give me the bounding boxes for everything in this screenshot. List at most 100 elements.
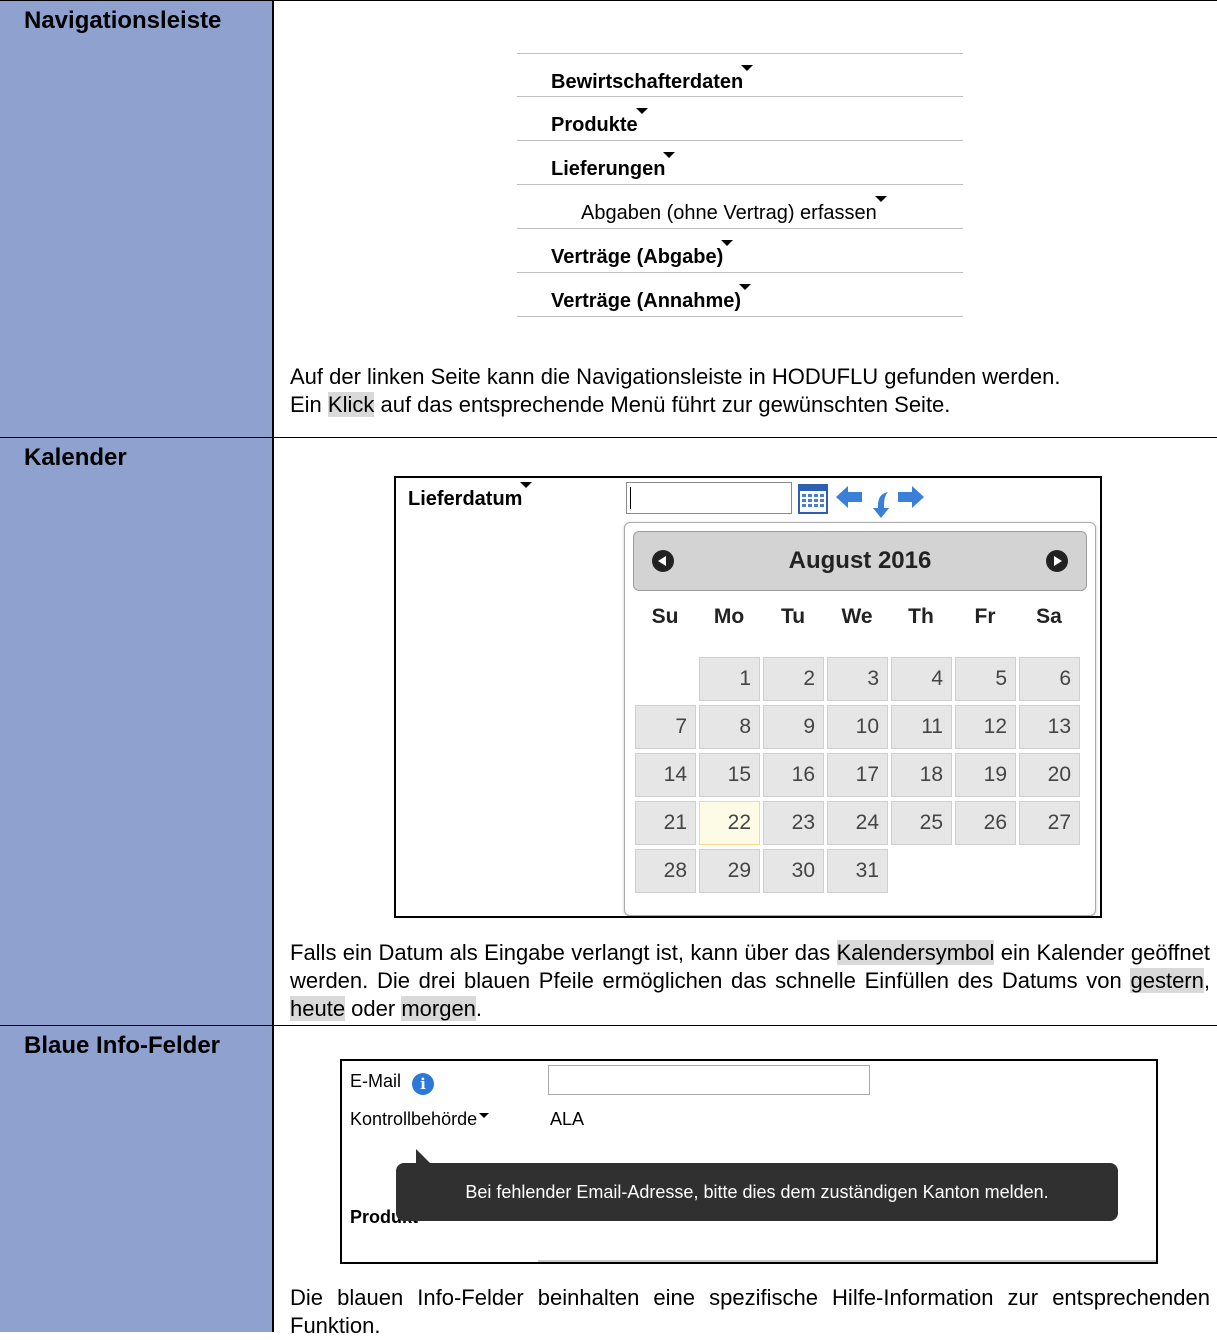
weekday-header: Th — [908, 605, 934, 628]
weekday-header: Mo — [713, 605, 745, 628]
content-cell: Lieferdatum August 2016 Su Mo Tu We Th F… — [276, 438, 1217, 1026]
info-icon[interactable]: i — [412, 1073, 434, 1095]
description-line: Ein Klick auf das entsprechende Menü füh… — [290, 391, 1210, 419]
text: oder — [345, 996, 402, 1021]
kontrollbehoerde-text: Kontrollbehörde — [350, 1109, 478, 1129]
nav-item-vertraege-annahme[interactable]: Verträge (Annahme) — [517, 273, 963, 317]
calendar-day[interactable]: 19 — [955, 753, 1016, 797]
calendar-day[interactable]: 15 — [699, 753, 760, 797]
divider — [538, 1260, 1156, 1262]
calendar-day[interactable]: 2 — [763, 657, 824, 701]
calendar-day[interactable]: 26 — [955, 801, 1016, 845]
next-month-icon[interactable] — [1046, 550, 1068, 572]
row-navigationsleiste: Navigationsleiste Bewirtschafterdaten Pr… — [0, 0, 1217, 438]
label-cell: Blaue Info-Felder — [0, 1026, 274, 1332]
dropdown-triangle-icon — [741, 65, 754, 71]
text: Ein — [290, 392, 328, 417]
content-cell: E-Mail i Kontrollbehörde ALA Produkt Bei… — [276, 1026, 1217, 1338]
calendar-day[interactable]: 24 — [827, 801, 888, 845]
nav-item-bewirtschafterdaten[interactable]: Bewirtschafterdaten — [517, 53, 963, 97]
info-tooltip: Bei fehlender Email-Adresse, bitte dies … — [396, 1149, 1118, 1221]
description-line: Auf der linken Seite kann die Navigation… — [290, 364, 1061, 389]
calendar-day-today[interactable]: 22 — [699, 801, 760, 845]
calendar-day[interactable]: 10 — [827, 705, 888, 749]
dropdown-triangle-icon — [479, 1113, 490, 1118]
calendar-day[interactable]: 9 — [763, 705, 824, 749]
row-label: Navigationsleiste — [24, 7, 222, 34]
dropdown-triangle-icon — [721, 240, 734, 246]
field-label-text: Lieferdatum — [408, 488, 523, 510]
weekday-header: Tu — [780, 605, 806, 628]
calendar-day[interactable]: 30 — [763, 849, 824, 893]
description: Falls ein Datum als Eingabe verlangt ist… — [290, 939, 1210, 1023]
row-info-felder: Blaue Info-Felder E-Mail i Kontrollbehör… — [0, 1025, 1217, 1338]
calendar-day[interactable]: 31 — [827, 849, 888, 893]
calendar-day[interactable]: 7 — [635, 705, 696, 749]
row-kalender: Kalender Lieferdatum August 2016 Su Mo T… — [0, 437, 1217, 1026]
calendar-day[interactable]: 8 — [699, 705, 760, 749]
label-cell: Navigationsleiste — [0, 1, 274, 438]
text: auf das entsprechende Menü führt zur gew… — [374, 392, 951, 417]
calendar-day[interactable]: 6 — [1019, 657, 1080, 701]
calendar-day[interactable]: 1 — [699, 657, 760, 701]
dropdown-triangle-icon — [520, 482, 533, 488]
description: Auf der linken Seite kann die Navigation… — [290, 363, 1210, 419]
calendar-day[interactable]: 28 — [635, 849, 696, 893]
calendar-screenshot: Lieferdatum August 2016 Su Mo Tu We Th F… — [394, 476, 1102, 918]
nav-item-lieferungen[interactable]: Lieferungen — [517, 141, 963, 185]
calendar-day[interactable]: 4 — [891, 657, 952, 701]
calendar-day[interactable]: 17 — [827, 753, 888, 797]
text: , — [1203, 968, 1210, 993]
calendar-day[interactable]: 13 — [1019, 705, 1080, 749]
date-input[interactable] — [626, 482, 792, 514]
description: Die blauen Info-Felder beinhalten eine s… — [290, 1285, 1210, 1338]
calendar-day[interactable]: 14 — [635, 753, 696, 797]
weekday-header: Su — [651, 605, 679, 628]
weekday-header: Sa — [1036, 605, 1062, 628]
calendar-day[interactable]: 11 — [891, 705, 952, 749]
datepicker-popup: August 2016 Su Mo Tu We Th Fr Sa 1 2 3 4 5 6 7 8 9 10 11… — [624, 522, 1096, 916]
weekday-header: We — [841, 605, 873, 628]
calendar-day[interactable]: 21 — [635, 801, 696, 845]
nav-item-vertraege-abgabe[interactable]: Verträge (Abgabe) — [517, 229, 963, 273]
nav-item-abgaben-erfassen[interactable]: Abgaben (ohne Vertrag) erfassen — [517, 185, 963, 229]
arrow-left-icon[interactable] — [834, 484, 864, 510]
calendar-day[interactable]: 20 — [1019, 753, 1080, 797]
content-cell: Bewirtschafterdaten Produkte Lieferungen… — [276, 1, 1217, 438]
calendar-icon[interactable] — [798, 484, 828, 514]
calendar-day[interactable]: 3 — [827, 657, 888, 701]
calendar-day[interactable]: 5 — [955, 657, 1016, 701]
arrow-right-icon[interactable] — [896, 484, 926, 510]
calendar-day[interactable]: 27 — [1019, 801, 1080, 845]
arrow-down-icon[interactable] — [870, 490, 892, 520]
field-label: Lieferdatum — [408, 482, 533, 511]
calendar-day[interactable]: 23 — [763, 801, 824, 845]
nav-item-label: Abgaben (ohne Vertrag) erfassen — [581, 202, 877, 224]
documentation-table: Navigationsleiste Bewirtschafterdaten Pr… — [0, 0, 1217, 1338]
calendar-day[interactable]: 25 — [891, 801, 952, 845]
text: Falls ein Datum als Eingabe verlangt ist… — [290, 940, 837, 965]
highlight-kalendersymbol: Kalendersymbol — [836, 940, 995, 965]
nav-item-produkte[interactable]: Produkte — [517, 97, 963, 141]
label-cell: Kalender — [0, 438, 274, 1026]
nav-item-label: Lieferungen — [551, 158, 666, 180]
nav-item-label: Bewirtschafterdaten — [551, 71, 744, 93]
calendar-day[interactable]: 29 — [699, 849, 760, 893]
dropdown-triangle-icon — [739, 284, 752, 290]
calendar-day[interactable]: 16 — [763, 753, 824, 797]
kontrollbehoerde-label: Kontrollbehörde — [350, 1109, 490, 1130]
calendar-day[interactable]: 18 — [891, 753, 952, 797]
weekday-header: Fr — [974, 605, 996, 628]
email-label: E-Mail — [350, 1071, 402, 1091]
kontrollbehoerde-value: ALA — [550, 1109, 585, 1129]
nav-item-label: Verträge (Annahme) — [551, 290, 742, 312]
highlight-gestern: gestern — [1130, 968, 1204, 993]
dropdown-triangle-icon — [663, 152, 676, 158]
calendar-day[interactable]: 12 — [955, 705, 1016, 749]
month-title: August 2016 — [788, 547, 932, 574]
nav-item-label: Verträge (Abgabe) — [551, 246, 724, 268]
nav-item-label: Produkte — [551, 114, 638, 136]
email-field[interactable] — [548, 1065, 870, 1095]
datepicker-header: August 2016 — [633, 531, 1087, 591]
navigation-bar: Bewirtschafterdaten Produkte Lieferungen… — [517, 53, 963, 317]
